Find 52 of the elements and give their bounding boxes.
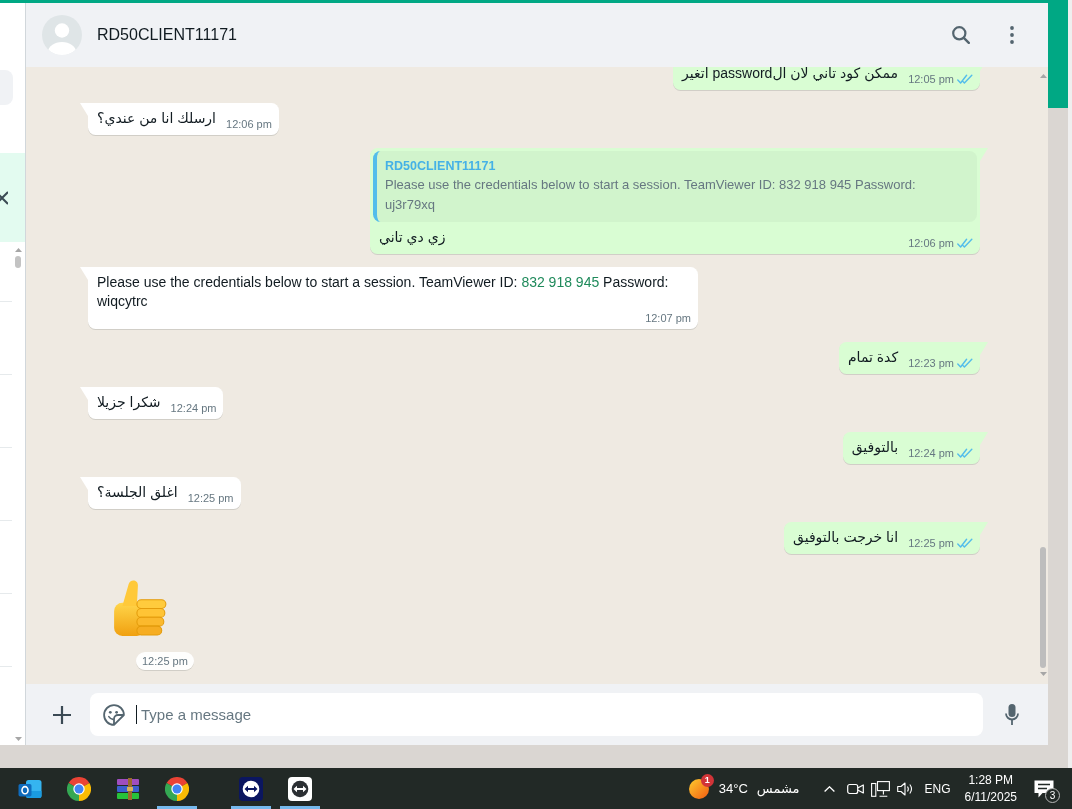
message-text: شكرا جزيلا <box>97 393 161 412</box>
speaker-icon[interactable] <box>897 781 915 796</box>
scrollbar-thumb[interactable] <box>1040 547 1046 668</box>
message-text: كدة تمام <box>847 348 899 367</box>
chevron-up-icon[interactable] <box>824 785 836 792</box>
message-text: اغلق الجلسة؟ <box>97 483 178 502</box>
menu-icon[interactable] <box>1010 26 1014 44</box>
contact-name[interactable]: RD50CLIENT11171 <box>97 26 237 44</box>
quote-text: Please use the credentials below to start a session. TeamViewer ID: 832 918 945 Password: uj3r79xq <box>385 176 917 214</box>
browser-icon[interactable] <box>164 776 189 801</box>
video-camera-icon[interactable] <box>847 781 865 796</box>
message-input[interactable]: Type a message <box>141 704 971 725</box>
weather-temperature[interactable]: 34°C <box>718 781 748 796</box>
alert-count: 1 <box>700 773 714 787</box>
message-text: ممكن كود تاني لان الpassword اتغير <box>682 67 899 83</box>
double-arrow-app-icon[interactable] <box>287 776 312 801</box>
thumbs-up-icon <box>113 579 167 637</box>
message-time: 12:23 pm <box>908 356 954 371</box>
message-time: 12:24 pm <box>170 401 217 416</box>
message-input-field[interactable]: Type a message <box>90 693 983 736</box>
message-text: انا خرجت بالتوفيق <box>793 528 899 547</box>
close-icon[interactable] <box>0 190 8 205</box>
microphone-icon[interactable] <box>1005 704 1019 725</box>
clock-time[interactable]: 1:28 PM <box>968 771 1014 789</box>
plus-icon[interactable] <box>53 705 71 724</box>
quote-author: RD50CLIENT11171 <box>385 158 497 175</box>
scrollbar-thumb[interactable] <box>15 256 21 268</box>
message-text: Please use the credentials below to start a session. TeamViewer ID: 832 918 945 Password: wiqcytrc <box>97 273 670 311</box>
clock-date[interactable]: 6/11/2025 <box>964 788 1017 806</box>
message-time: 12:24 pm <box>908 446 954 461</box>
phone-number-link[interactable]: 832 918 945 <box>521 274 600 290</box>
message-text: زي دي تاني <box>379 228 446 247</box>
search-icon[interactable] <box>952 26 970 44</box>
message-time: 12:25 pm <box>136 652 194 670</box>
message-time: 12:05 pm <box>908 72 954 87</box>
network-icon[interactable] <box>871 780 891 797</box>
message-time: 12:25 pm <box>187 491 234 506</box>
message-time: 12:06 pm <box>908 236 954 251</box>
language-indicator[interactable]: ENG <box>924 781 951 796</box>
sun-icon[interactable] <box>688 778 709 799</box>
weather-condition[interactable]: مشمس <box>756 781 800 796</box>
message-text: ارسلك انا من عندي؟ <box>97 109 216 128</box>
sticker-icon[interactable] <box>103 703 125 726</box>
double-arrow-app-icon[interactable] <box>238 776 263 801</box>
text-cursor-icon <box>136 705 137 724</box>
message-time: 12:25 pm <box>908 536 954 551</box>
message-text: بالتوفيق <box>851 438 899 457</box>
quoted-message[interactable]: RD50CLIENT11171 Please use the credentials below to start a session. TeamViewer ID: 832 918 945 Password: uj3r79xq <box>373 151 977 222</box>
message-time: 12:07 pm <box>645 311 691 326</box>
message-time: 12:06 pm <box>226 117 272 132</box>
browser-icon[interactable] <box>66 776 91 801</box>
archive-icon[interactable] <box>115 776 140 801</box>
